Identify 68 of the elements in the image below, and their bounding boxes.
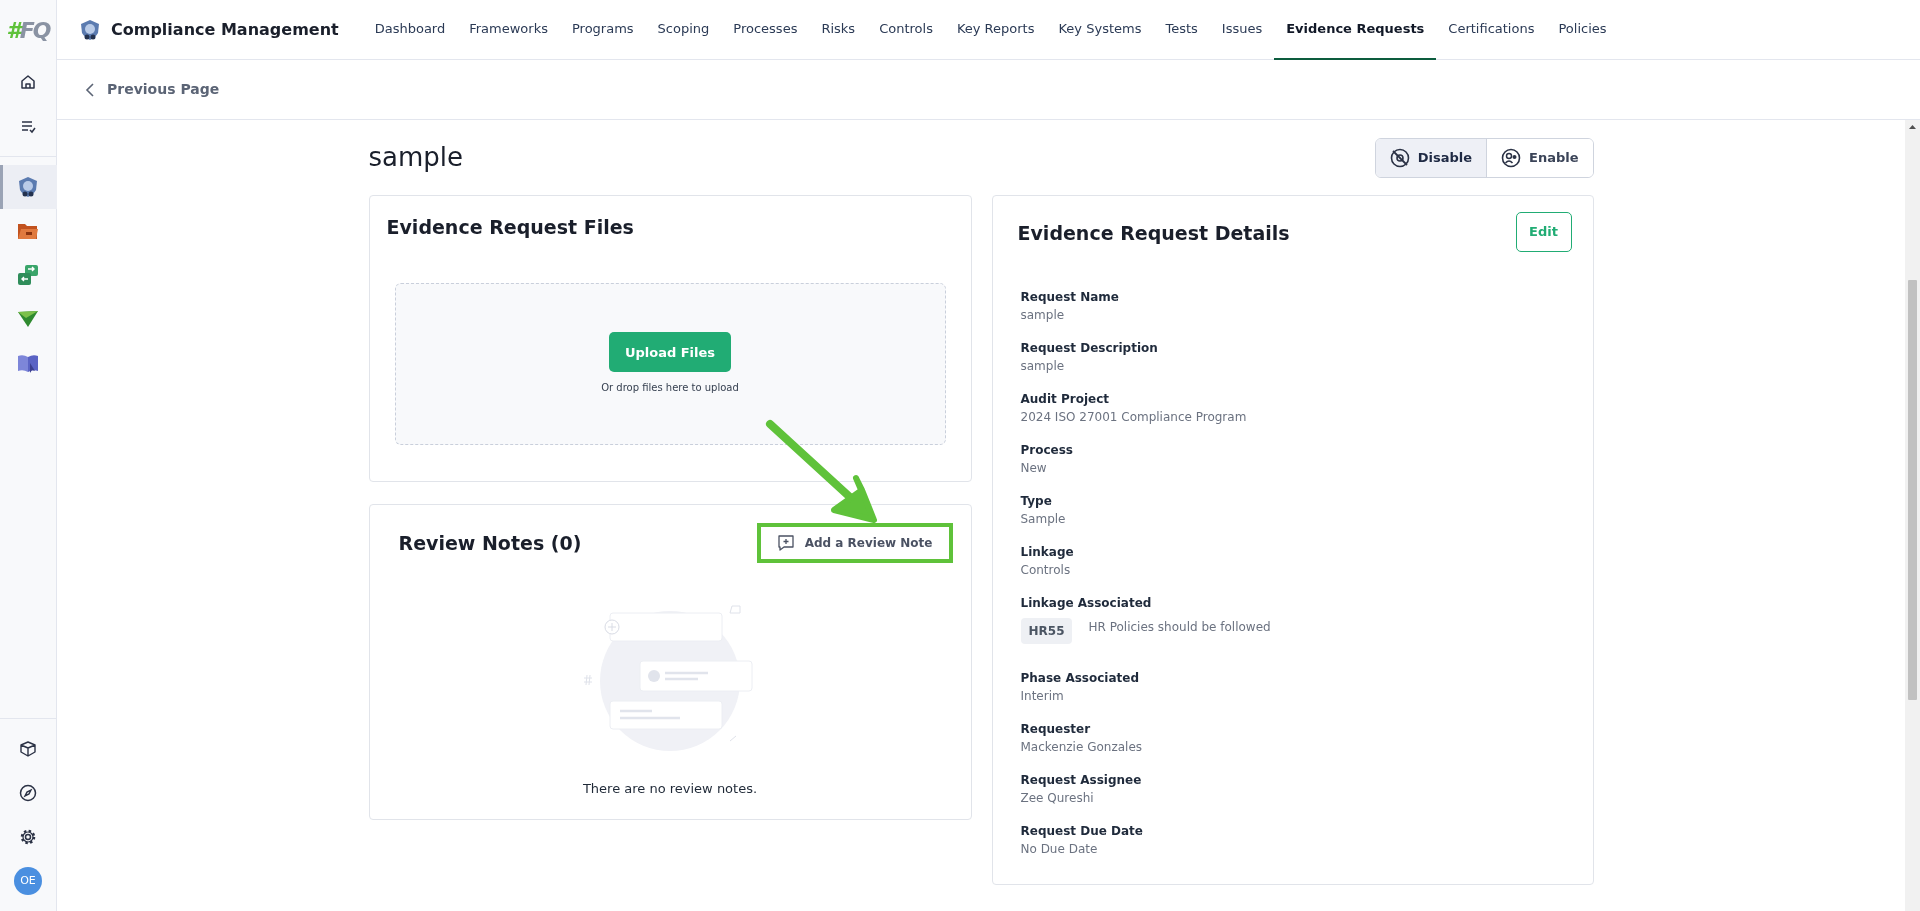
paper-plane-icon xyxy=(17,310,39,328)
drop-zone[interactable]: Upload Files Or drop files here to upload xyxy=(394,282,946,445)
field-value: New xyxy=(1020,460,1048,477)
empty-message: There are no review notes. xyxy=(582,780,758,798)
user-circle-icon xyxy=(1501,147,1521,168)
field-label: Request Assignee xyxy=(1020,772,1143,789)
comment-plus-icon xyxy=(776,534,795,552)
settings-icon[interactable] xyxy=(19,828,37,846)
field-value: sample xyxy=(1020,358,1066,375)
field-label: Process xyxy=(1020,442,1074,459)
card-title: Evidence Request Files xyxy=(385,215,635,240)
field-value: Mackenzie Gonzales xyxy=(1020,739,1143,756)
field-value: HR Policies should be followed xyxy=(1088,619,1271,636)
previous-page-link[interactable]: Previous Page xyxy=(85,79,220,100)
chevron-left-icon xyxy=(85,82,95,97)
box-icon[interactable] xyxy=(19,740,37,758)
field-value: sample xyxy=(1020,307,1066,324)
control-code-tag: HR55 xyxy=(1020,618,1073,644)
page-title: sample xyxy=(368,141,464,174)
field-label: Phase Associated xyxy=(1020,670,1140,687)
field-value: Sample xyxy=(1020,511,1067,528)
nav-tab[interactable]: Issues xyxy=(1209,0,1275,60)
field-label: Request Description xyxy=(1020,340,1159,357)
field-value: No Due Date xyxy=(1020,841,1099,858)
arrows-icon xyxy=(17,264,39,286)
add-review-note-button[interactable]: Add a Review Note xyxy=(772,530,937,556)
nav-tab[interactable]: Policies xyxy=(1546,0,1619,60)
logo: #FQ xyxy=(6,16,50,45)
shield-icon xyxy=(17,176,39,198)
field-value: Controls xyxy=(1020,562,1072,579)
field-label: Linkage Associated xyxy=(1020,595,1153,612)
field-label: Request Name xyxy=(1020,289,1120,306)
folder-icon xyxy=(17,221,39,241)
card-title: Evidence Request Details xyxy=(1017,222,1290,245)
field-value: Interim xyxy=(1020,688,1065,705)
scroll-up-icon[interactable] xyxy=(1908,123,1917,132)
nav-tab[interactable]: Scoping xyxy=(645,0,722,60)
nav-tab[interactable]: Evidence Requests xyxy=(1274,0,1437,60)
nav-tab[interactable]: Processes xyxy=(721,0,810,60)
compass-icon[interactable] xyxy=(19,784,37,802)
nav-tab[interactable]: Programs xyxy=(560,0,646,60)
nav-tab[interactable]: Key Reports xyxy=(944,0,1047,60)
scrollbar[interactable] xyxy=(1905,120,1920,911)
card-title: Review Notes (0) xyxy=(398,531,582,555)
nav-tab[interactable]: Key Systems xyxy=(1046,0,1154,60)
app-title: Compliance Management xyxy=(111,18,339,41)
field-value: Zee Qureshi xyxy=(1020,790,1095,807)
nav-tab[interactable]: Certifications xyxy=(1436,0,1547,60)
scrollbar-thumb[interactable] xyxy=(1908,280,1917,700)
nav-tab[interactable]: Dashboard xyxy=(362,0,458,60)
book-icon xyxy=(17,353,39,373)
eye-slash-icon xyxy=(1389,147,1410,168)
field-label: Linkage xyxy=(1020,544,1075,561)
toggle-option[interactable]: Disable xyxy=(1375,138,1486,177)
field-label: Audit Project xyxy=(1020,391,1110,408)
nav-tab[interactable]: Risks xyxy=(809,0,868,60)
nav-tab[interactable]: Tests xyxy=(1153,0,1210,60)
field-label: Requester xyxy=(1020,721,1092,738)
toggle-option[interactable]: Enable xyxy=(1486,138,1593,177)
nav-tab[interactable]: Controls xyxy=(867,0,945,60)
home-icon xyxy=(19,73,37,91)
field-value: 2024 ISO 27001 Compliance Program xyxy=(1020,409,1248,426)
drop-hint: Or drop files here to upload xyxy=(601,381,739,396)
nav-tab[interactable]: Frameworks xyxy=(457,0,560,60)
sidebar-item[interactable] xyxy=(0,165,57,209)
field-label: Request Due Date xyxy=(1020,823,1144,840)
shield-icon xyxy=(79,18,101,41)
field-label: Type xyxy=(1020,493,1053,510)
